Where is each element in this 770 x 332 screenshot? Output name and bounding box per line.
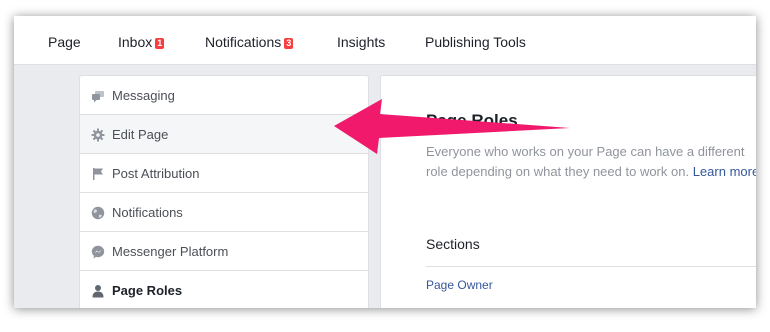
- sidebar-item-label: Messaging: [112, 88, 175, 103]
- tab-inbox[interactable]: Inbox 1: [118, 34, 165, 50]
- sidebar-item-messaging[interactable]: Messaging: [80, 76, 368, 115]
- person-icon: [92, 285, 104, 298]
- sidebar-item-label: Notifications: [112, 205, 183, 220]
- globe-icon: [91, 206, 105, 220]
- settings-sidebar: Messaging Edit Page Post Attribution Not…: [79, 75, 369, 308]
- annotation-arrow-icon: [334, 99, 570, 154]
- learn-more-link[interactable]: Learn more: [693, 164, 756, 179]
- app-window: Page Inbox 1 Notifications 3 Insights Publ…: [14, 16, 756, 308]
- chat-bubbles-icon: [92, 91, 104, 103]
- tab-label: Inbox: [118, 34, 153, 50]
- sidebar-item-page-roles[interactable]: Page Roles: [80, 271, 368, 308]
- gear-icon: [91, 128, 105, 142]
- tab-label: Insights: [337, 34, 386, 50]
- sidebar-item-label: Messenger Platform: [112, 244, 229, 259]
- sidebar-item-label: Post Attribution: [112, 166, 200, 181]
- sections-heading: Sections: [426, 236, 480, 252]
- tab-label: Notifications: [205, 34, 282, 50]
- tab-label: Publishing Tools: [425, 34, 526, 50]
- tab-insights[interactable]: Insights: [337, 34, 385, 50]
- tab-publishing-tools[interactable]: Publishing Tools: [425, 34, 526, 50]
- flag-icon: [93, 168, 103, 180]
- sidebar-item-post-attribution[interactable]: Post Attribution: [80, 154, 368, 193]
- tab-page[interactable]: Page: [48, 34, 81, 50]
- sidebar-item-label: Page Roles: [112, 283, 183, 298]
- sections-divider: [426, 266, 756, 267]
- messenger-icon: [91, 245, 105, 259]
- page-top-nav: Page Inbox 1 Notifications 3 Insights Publ…: [14, 16, 756, 65]
- sidebar-item-messenger-platform[interactable]: Messenger Platform: [80, 232, 368, 271]
- inbox-count-badge: 1: [155, 38, 165, 49]
- sidebar-item-edit-page[interactable]: Edit Page: [80, 115, 368, 154]
- tab-label: Page: [48, 34, 81, 50]
- tab-notifications[interactable]: Notifications 3: [205, 34, 294, 50]
- sidebar-item-label: Edit Page: [112, 127, 169, 142]
- notifications-count-badge: 3: [284, 38, 294, 49]
- page-owner-link[interactable]: Page Owner: [426, 278, 493, 292]
- sidebar-item-notifications[interactable]: Notifications: [80, 193, 368, 232]
